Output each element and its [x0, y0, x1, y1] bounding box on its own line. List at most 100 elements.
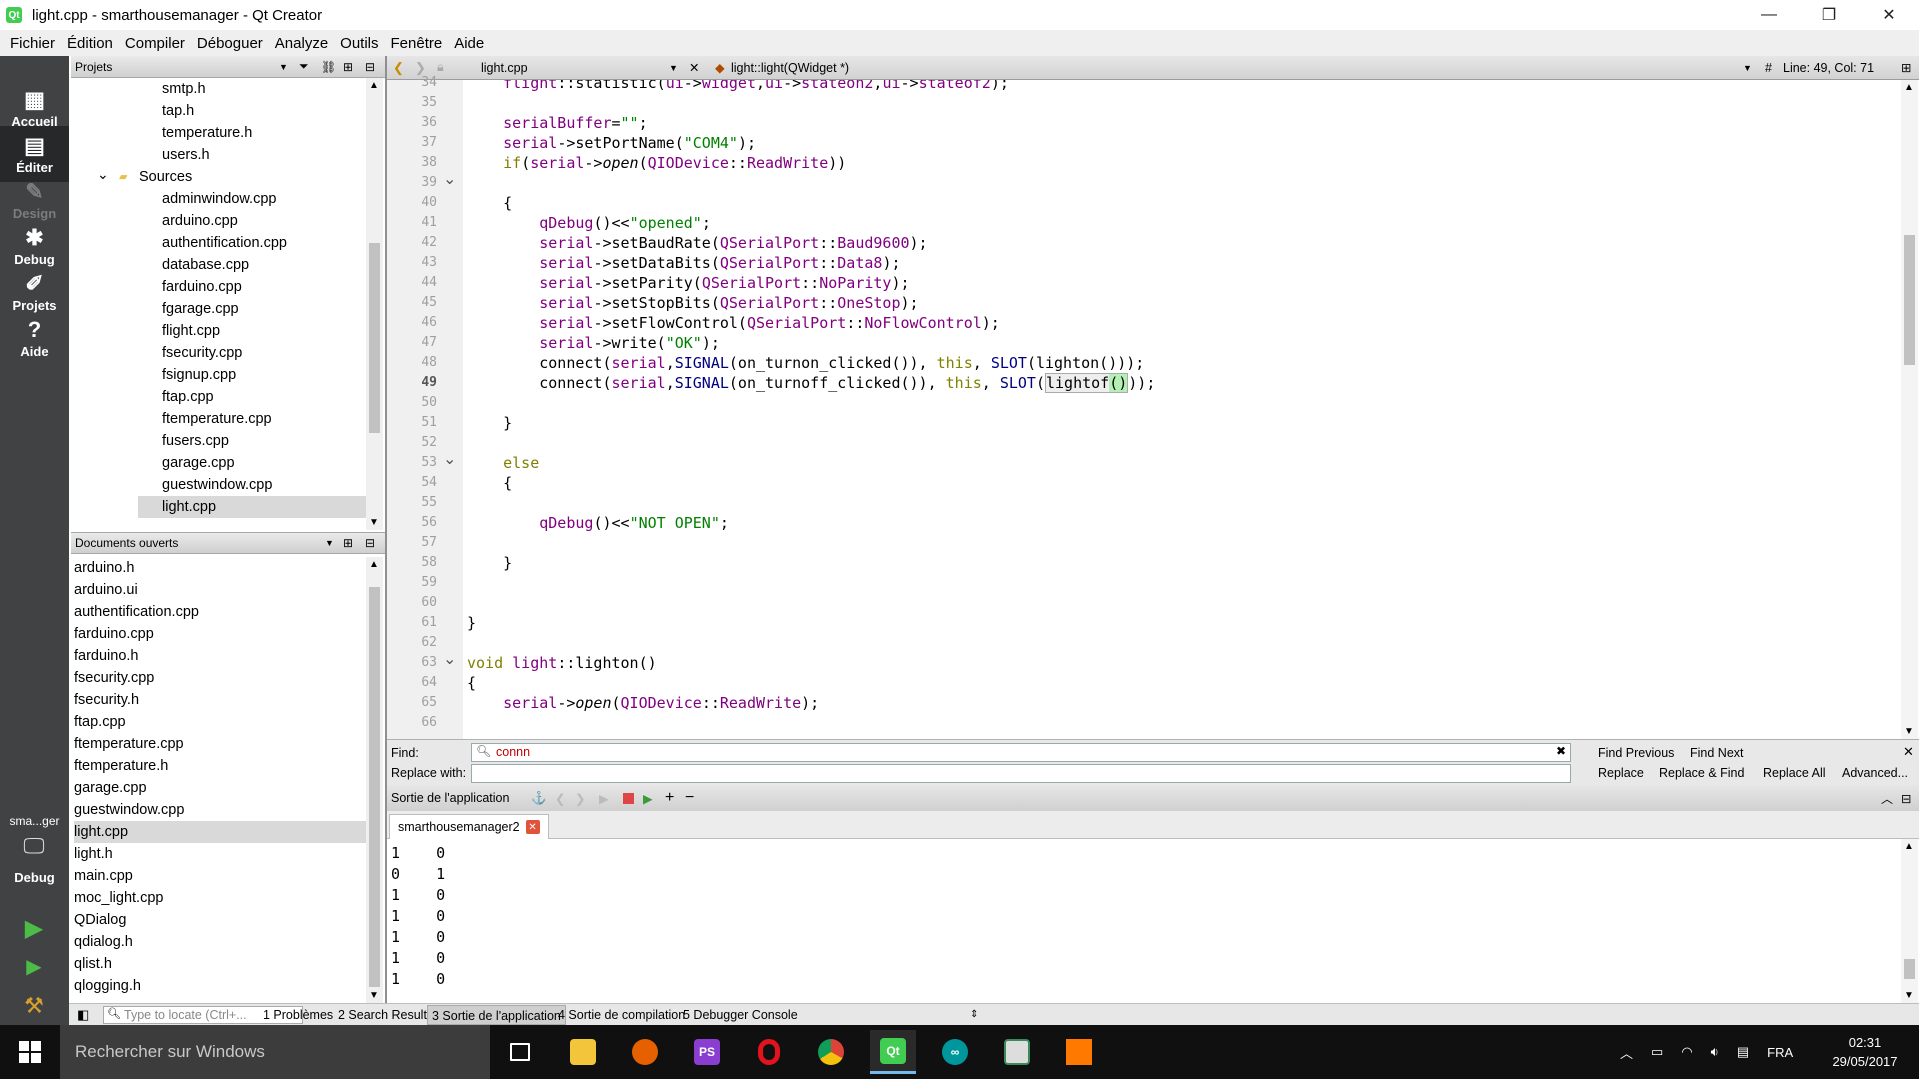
tree-file[interactable]: flight.cpp — [71, 320, 366, 342]
mode-aide[interactable]: ? Aide — [0, 310, 69, 366]
scroll-up-icon[interactable]: ▲ — [369, 80, 379, 91]
menu-item[interactable]: Compiler — [119, 35, 191, 52]
open-doc-item[interactable]: fsecurity.cpp — [74, 667, 366, 689]
menu-item[interactable]: Outils — [334, 35, 384, 52]
open-doc-item[interactable]: QDialog — [74, 909, 366, 931]
code-line[interactable]: { — [467, 673, 476, 693]
replace-button[interactable]: Replace — [1598, 766, 1644, 780]
tree-file[interactable]: database.cpp — [71, 254, 366, 276]
qt-creator-taskbar-icon[interactable]: Qt — [870, 1030, 916, 1074]
wifi-icon[interactable]: ◠ — [1681, 1044, 1692, 1060]
open-doc-item[interactable]: arduino.ui — [74, 579, 366, 601]
code-line[interactable]: serial->setStopBits(QSerialPort::OneStop… — [467, 293, 918, 313]
open-doc-item[interactable]: farduino.cpp — [74, 623, 366, 645]
code-line[interactable]: } — [467, 613, 476, 633]
advanced-button[interactable]: Advanced... — [1842, 766, 1908, 780]
tree-file[interactable]: adminwindow.cpp — [71, 188, 366, 210]
code-line[interactable]: serial->write("OK"); — [467, 333, 720, 353]
code-line[interactable]: { — [467, 473, 512, 493]
arduino-icon[interactable]: ∞ — [932, 1030, 978, 1074]
code-line[interactable]: { — [467, 193, 512, 213]
tree-folder[interactable]: ⌄ ▰ Sources — [71, 166, 366, 188]
next-icon[interactable]: ❯ — [575, 791, 585, 806]
find-next-button[interactable]: Find Next — [1690, 746, 1744, 760]
open-doc-item[interactable]: farduino.h — [74, 645, 366, 667]
tree-file[interactable]: smtp.h — [71, 78, 366, 100]
scroll-up-icon[interactable]: ▲ — [1904, 841, 1914, 852]
opera-icon[interactable] — [746, 1030, 792, 1074]
fold-chevron-icon[interactable]: ⌄ — [443, 649, 456, 669]
close-find-icon[interactable]: ✕ — [1903, 744, 1914, 760]
open-docs-scrollbar[interactable]: ▲ ▼ — [366, 557, 383, 1003]
volume-icon[interactable]: 🔉︎ — [1711, 1044, 1719, 1060]
chevron-up-icon[interactable]: ︿ — [1620, 1043, 1633, 1062]
code-line[interactable]: serial->setBaudRate(QSerialPort::Baud960… — [467, 233, 927, 253]
tree-file[interactable]: arduino.cpp — [71, 210, 366, 232]
output-pane-tab[interactable]: 3 Sortie de l'application — [427, 1004, 566, 1025]
open-doc-item[interactable]: qlogging.h — [74, 975, 366, 997]
file-explorer-icon[interactable] — [560, 1030, 606, 1074]
rerun-icon[interactable]: ▶ — [599, 791, 609, 806]
tree-file[interactable]: fusers.cpp — [71, 430, 366, 452]
find-input[interactable]: 🔍︎ connn ✖ — [471, 743, 1571, 762]
tree-file[interactable]: light.cpp — [138, 496, 366, 518]
battery-icon[interactable]: ▭ — [1651, 1044, 1663, 1060]
open-doc-item[interactable]: arduino.h — [74, 557, 366, 579]
menu-item[interactable]: Édition — [61, 35, 119, 52]
replace-find-button[interactable]: Replace & Find — [1659, 766, 1744, 780]
code-line[interactable]: connect(serial,SIGNAL(on_turnoff_clicked… — [467, 373, 1155, 393]
open-doc-item[interactable]: authentification.cpp — [74, 601, 366, 623]
open-doc-item[interactable]: main.cpp — [74, 865, 366, 887]
task-view-icon[interactable] — [497, 1030, 543, 1074]
monitor-icon[interactable]: 🖵 — [18, 830, 50, 862]
tree-file[interactable]: ftemperature.cpp — [71, 408, 366, 430]
updown-icon[interactable]: ⇕ — [970, 1009, 978, 1020]
replace-input[interactable] — [471, 764, 1571, 783]
split-icon[interactable]: ⊞ — [343, 536, 353, 550]
open-doc-item[interactable]: moc_light.cpp — [74, 887, 366, 909]
code-line[interactable]: serial->setDataBits(QSerialPort::Data8); — [467, 253, 900, 273]
open-doc-item[interactable]: fsecurity.h — [74, 689, 366, 711]
scroll-up-icon[interactable]: ▲ — [369, 559, 379, 570]
output-pane-tab[interactable]: 2 Search Results — [334, 1005, 437, 1025]
code-line[interactable]: serial->setParity(QSerialPort::NoParity)… — [467, 273, 909, 293]
tree-file[interactable]: garage.cpp — [71, 452, 366, 474]
chevron-down-icon[interactable]: ▼ — [325, 538, 334, 548]
open-doc-item[interactable]: ftemperature.h — [74, 755, 366, 777]
run-icon[interactable]: ▶ — [18, 912, 50, 944]
menu-item[interactable]: Analyze — [269, 35, 334, 52]
zoom-out-icon[interactable]: − — [685, 789, 694, 807]
open-doc-item[interactable]: qlist.h — [74, 953, 366, 975]
open-doc-item[interactable]: ftemperature.cpp — [74, 733, 366, 755]
build-hammer-icon[interactable]: ⚒ — [18, 990, 50, 1022]
code-line[interactable]: qDebug()<<"NOT OPEN"; — [467, 513, 729, 533]
windows-search-box[interactable]: Rechercher sur Windows — [60, 1025, 490, 1079]
output-tab[interactable]: smarthousemanager2 ✕ — [389, 814, 549, 839]
scroll-up-icon[interactable]: ▲ — [1904, 82, 1914, 93]
code-line[interactable]: } — [467, 413, 512, 433]
attach-icon[interactable]: ⚓ — [531, 791, 547, 806]
maximize-pane-icon[interactable]: ︿ — [1881, 790, 1893, 807]
code-line[interactable]: serial->setPortName("COM4"); — [467, 133, 756, 153]
debug-icon[interactable]: ▶ — [643, 791, 653, 806]
tree-file[interactable]: users.h — [71, 144, 366, 166]
chevron-down-icon[interactable]: ▼ — [1743, 63, 1752, 73]
close-panel-icon[interactable]: ⊟ — [365, 60, 375, 74]
code-line[interactable]: serialBuffer=""; — [467, 113, 648, 133]
orange-app-icon[interactable] — [1056, 1030, 1102, 1074]
split-icon[interactable]: ⊞ — [1901, 60, 1911, 75]
symbol-combo[interactable]: light::light(QWidget *) — [731, 61, 849, 75]
app-window-icon[interactable] — [994, 1030, 1040, 1074]
scroll-down-icon[interactable]: ▼ — [1904, 990, 1914, 1001]
debug-run-icon[interactable]: ▶ — [18, 950, 50, 982]
open-doc-item[interactable]: ftap.cpp — [74, 711, 366, 733]
code-line[interactable]: if(serial->open(QIODevice::ReadWrite)) — [467, 153, 846, 173]
notifications-icon[interactable]: ▤ — [1737, 1044, 1749, 1060]
clock[interactable]: 02:31 29/05/2017 — [1830, 1033, 1900, 1071]
menu-item[interactable]: Aide — [448, 35, 490, 52]
tree-file[interactable]: fgarage.cpp — [71, 298, 366, 320]
output-pane-tab[interactable]: 5 Debugger Console — [679, 1005, 802, 1025]
zoom-in-icon[interactable]: + — [665, 789, 674, 807]
cursor-position[interactable]: Line: 49, Col: 71 — [1783, 61, 1874, 75]
code-line[interactable]: flight::statistic(ui->widget,ui->stateon… — [467, 80, 1009, 93]
